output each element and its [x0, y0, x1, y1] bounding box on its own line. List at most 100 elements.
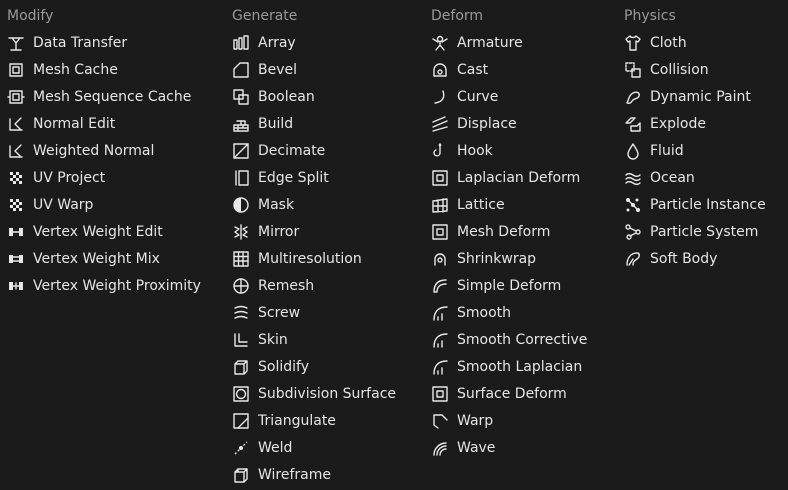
- menu-item-simple-deform[interactable]: Simple Deform: [431, 272, 561, 299]
- menu-item-armature[interactable]: Armature: [431, 29, 523, 56]
- menu-item-fluid[interactable]: Fluid: [624, 137, 684, 164]
- menu-item-label: Particle System: [650, 223, 759, 240]
- menu-item-collision[interactable]: Collision: [624, 56, 709, 83]
- menu-item-label: Screw: [258, 304, 301, 321]
- menu-item-wave[interactable]: Wave: [431, 434, 495, 461]
- menu-item-label: Cloth: [650, 34, 687, 51]
- menu-item-array[interactable]: Array: [232, 29, 296, 56]
- menu-item-label: Array: [258, 34, 296, 51]
- menu-item-label: Curve: [457, 88, 499, 105]
- menu-item-label: Smooth Laplacian: [457, 358, 583, 375]
- wireframe-icon: [232, 466, 250, 484]
- menu-item-label: Multiresolution: [258, 250, 362, 267]
- menu-item-soft-body[interactable]: Soft Body: [624, 245, 717, 272]
- menu-item-solidify[interactable]: Solidify: [232, 353, 309, 380]
- menu-item-build[interactable]: Build: [232, 110, 293, 137]
- menu-item-screw[interactable]: Screw: [232, 299, 300, 326]
- menu-item-label: Ocean: [650, 169, 695, 186]
- column-title: Physics: [624, 8, 676, 24]
- mesh-cache-icon: [7, 61, 25, 79]
- menu-item-smooth-laplacian[interactable]: Smooth Laplacian: [431, 353, 582, 380]
- triangulate-icon: [232, 412, 250, 430]
- menu-item-vertex-weight-edit[interactable]: Vertex Weight Edit: [7, 218, 163, 245]
- multiresolution-icon: [232, 250, 250, 268]
- fluid-icon: [624, 142, 642, 160]
- menu-item-label: Decimate: [258, 142, 326, 159]
- menu-item-warp[interactable]: Warp: [431, 407, 493, 434]
- menu-item-data-transfer[interactable]: Data Transfer: [7, 29, 127, 56]
- menu-item-explode[interactable]: Explode: [624, 110, 706, 137]
- boolean-icon: [232, 88, 250, 106]
- menu-item-mesh-deform[interactable]: Mesh Deform: [431, 218, 550, 245]
- menu-item-cast[interactable]: Cast: [431, 56, 488, 83]
- menu-item-surface-deform[interactable]: Surface Deform: [431, 380, 567, 407]
- menu-item-particle-system[interactable]: Particle System: [624, 218, 758, 245]
- weld-icon: [232, 439, 250, 457]
- build-icon: [232, 115, 250, 133]
- column-title: Modify: [7, 8, 54, 24]
- menu-item-smooth[interactable]: Smooth: [431, 299, 511, 326]
- collision-icon: [624, 61, 642, 79]
- menu-item-bevel[interactable]: Bevel: [232, 56, 297, 83]
- screw-icon: [232, 304, 250, 322]
- menu-item-label: Solidify: [258, 358, 309, 375]
- vertex-weight-proximity-icon: [7, 277, 25, 295]
- menu-item-weighted-normal[interactable]: Weighted Normal: [7, 137, 154, 164]
- menu-item-mesh-sequence-cache[interactable]: Mesh Sequence Cache: [7, 83, 191, 110]
- menu-item-label: Mesh Deform: [457, 223, 551, 240]
- edge-split-icon: [232, 169, 250, 187]
- menu-item-mirror[interactable]: Mirror: [232, 218, 299, 245]
- menu-item-shrinkwrap[interactable]: Shrinkwrap: [431, 245, 536, 272]
- menu-item-label: Bevel: [258, 61, 298, 78]
- menu-item-label: Mirror: [258, 223, 300, 240]
- menu-item-ocean[interactable]: Ocean: [624, 164, 695, 191]
- menu-item-label: Triangulate: [258, 412, 336, 429]
- warp-icon: [431, 412, 449, 430]
- add-modifier-menu: Modify Data Transfer Mesh Cache Mesh Seque…: [0, 0, 788, 490]
- menu-item-multiresolution[interactable]: Multiresolution: [232, 245, 362, 272]
- menu-item-lattice[interactable]: Lattice: [431, 191, 505, 218]
- menu-item-label: Mesh Cache: [33, 61, 118, 78]
- menu-item-vertex-weight-mix[interactable]: Vertex Weight Mix: [7, 245, 160, 272]
- mask-icon: [232, 196, 250, 214]
- menu-item-boolean[interactable]: Boolean: [232, 83, 315, 110]
- cast-icon: [431, 61, 449, 79]
- menu-item-label: Normal Edit: [33, 115, 116, 132]
- menu-item-decimate[interactable]: Decimate: [232, 137, 325, 164]
- menu-item-label: Boolean: [258, 88, 315, 105]
- menu-item-mesh-cache[interactable]: Mesh Cache: [7, 56, 118, 83]
- menu-item-triangulate[interactable]: Triangulate: [232, 407, 336, 434]
- menu-item-uv-warp[interactable]: UV Warp: [7, 191, 93, 218]
- menu-item-label: Vertex Weight Proximity: [33, 277, 201, 294]
- menu-item-remesh[interactable]: Remesh: [232, 272, 314, 299]
- subdivision-surface-icon: [232, 385, 250, 403]
- menu-item-skin[interactable]: Skin: [232, 326, 288, 353]
- menu-item-label: Particle Instance: [650, 196, 766, 213]
- menu-item-weld[interactable]: Weld: [232, 434, 292, 461]
- menu-item-smooth-corrective[interactable]: Smooth Corrective: [431, 326, 587, 353]
- menu-item-vertex-weight-proximity[interactable]: Vertex Weight Proximity: [7, 272, 201, 299]
- smooth-icon: [431, 304, 449, 322]
- menu-item-label: Soft Body: [650, 250, 718, 267]
- mesh-sequence-cache-icon: [7, 88, 25, 106]
- menu-item-label: Vertex Weight Edit: [33, 223, 163, 240]
- simple-deform-icon: [431, 277, 449, 295]
- menu-item-cloth[interactable]: Cloth: [624, 29, 687, 56]
- menu-item-edge-split[interactable]: Edge Split: [232, 164, 329, 191]
- menu-item-label: Collision: [650, 61, 709, 78]
- menu-item-hook[interactable]: Hook: [431, 137, 493, 164]
- menu-item-particle-instance[interactable]: Particle Instance: [624, 191, 766, 218]
- menu-item-displace[interactable]: Displace: [431, 110, 517, 137]
- menu-item-curve[interactable]: Curve: [431, 83, 498, 110]
- menu-item-wireframe[interactable]: Wireframe: [232, 461, 331, 488]
- menu-item-dynamic-paint[interactable]: Dynamic Paint: [624, 83, 751, 110]
- menu-item-label: Vertex Weight Mix: [33, 250, 160, 267]
- menu-item-uv-project[interactable]: UV Project: [7, 164, 105, 191]
- menu-item-label: Mask: [258, 196, 295, 213]
- menu-item-laplacian-deform[interactable]: Laplacian Deform: [431, 164, 580, 191]
- menu-item-normal-edit[interactable]: Normal Edit: [7, 110, 115, 137]
- menu-item-mask[interactable]: Mask: [232, 191, 294, 218]
- menu-item-label: Surface Deform: [457, 385, 567, 402]
- menu-item-subdivision-surface[interactable]: Subdivision Surface: [232, 380, 396, 407]
- menu-item-label: Wireframe: [258, 466, 332, 483]
